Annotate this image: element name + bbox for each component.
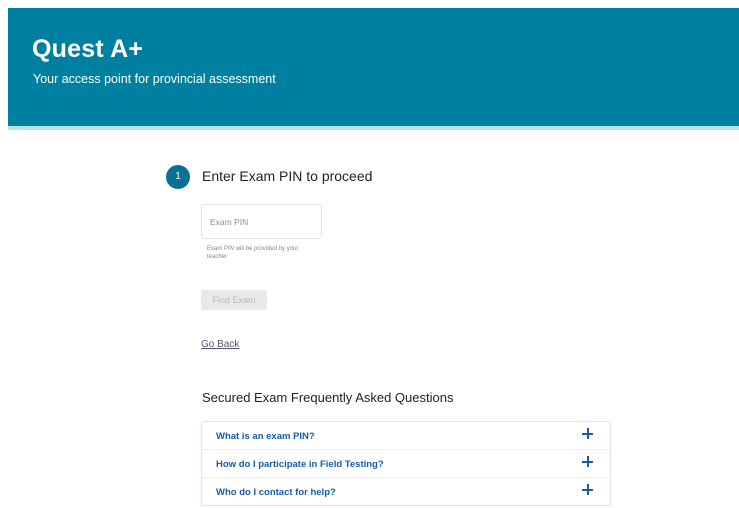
faq-question: What is an exam PIN? <box>216 431 315 442</box>
step-number-badge: 1 <box>166 165 190 189</box>
header-accent-stripe <box>8 126 739 130</box>
faq-item-contact-help[interactable]: Who do I contact for help? <box>202 478 610 506</box>
app-title: Quest A+ <box>32 35 144 63</box>
faq-heading: Secured Exam Frequently Asked Questions <box>202 390 454 405</box>
faq-accordion: What is an exam PIN? How do I participat… <box>201 421 611 506</box>
plus-icon[interactable] <box>582 428 594 440</box>
step-title: Enter Exam PIN to proceed <box>202 168 373 184</box>
page: Quest A+ Your access point for provincia… <box>0 0 739 508</box>
app-subtitle: Your access point for provincial assessm… <box>33 72 276 86</box>
go-back-link[interactable]: Go Back <box>201 339 239 350</box>
find-exam-button[interactable]: Find Exam <box>201 290 267 310</box>
plus-icon[interactable] <box>582 484 594 496</box>
plus-icon[interactable] <box>582 456 594 468</box>
faq-item-field-testing[interactable]: How do I participate in Field Testing? <box>202 450 610 478</box>
faq-question: How do I participate in Field Testing? <box>216 459 384 470</box>
header-banner: Quest A+ Your access point for provincia… <box>8 8 739 126</box>
faq-item-exam-pin[interactable]: What is an exam PIN? <box>202 422 610 450</box>
exam-pin-input[interactable] <box>201 204 322 239</box>
faq-question: Who do I contact for help? <box>216 487 336 498</box>
exam-pin-help-text: Exam PIN will be provided by your teache… <box>207 246 299 260</box>
